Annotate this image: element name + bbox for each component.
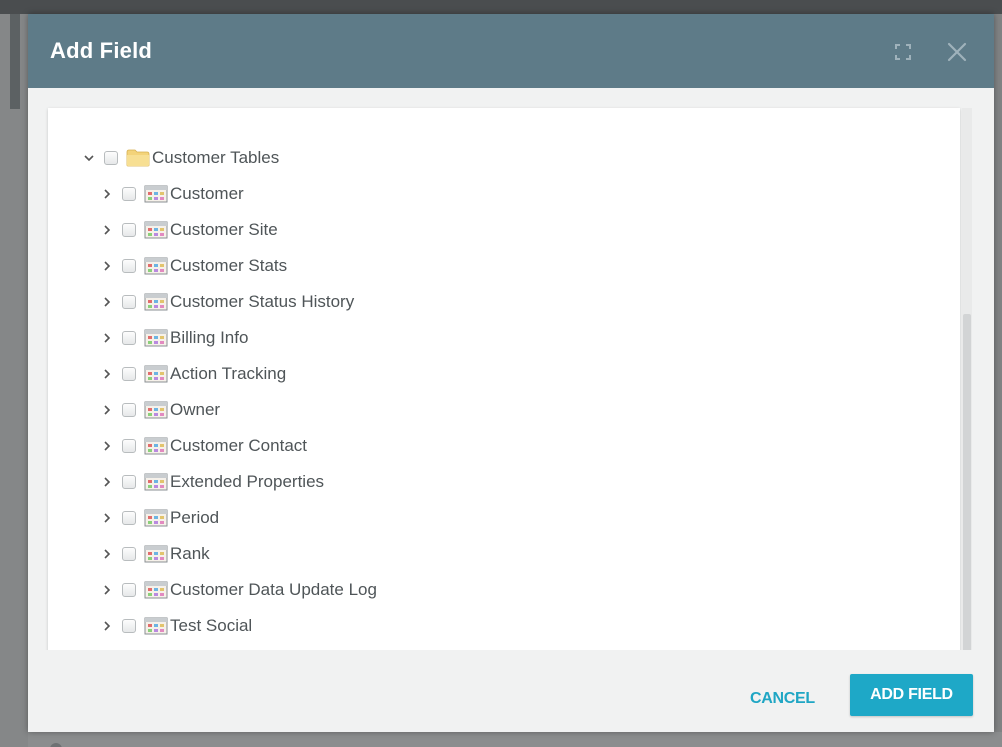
tree-label: Action Tracking: [170, 364, 287, 383]
tree-checkbox[interactable]: [122, 259, 136, 273]
tree-row[interactable]: Customer Stats: [100, 254, 287, 278]
chevron-down-icon[interactable]: [82, 151, 96, 165]
tree-row[interactable]: Customer Contact: [100, 434, 307, 458]
chevron-right-icon[interactable]: [100, 259, 114, 273]
dialog-header: Add Field: [28, 14, 994, 88]
table-icon: [144, 581, 168, 599]
tree-label: Customer Contact: [170, 436, 307, 455]
tree-checkbox[interactable]: [104, 151, 118, 165]
dialog-footer: CANCEL ADD FIELD: [28, 650, 994, 732]
tree-checkbox[interactable]: [122, 475, 136, 489]
background-dot: [50, 743, 62, 747]
tree-checkbox[interactable]: [122, 511, 136, 525]
folder-icon: [126, 149, 150, 167]
tree-row[interactable]: Rank: [100, 542, 210, 566]
chevron-right-icon[interactable]: [100, 187, 114, 201]
table-icon: [144, 329, 168, 347]
tree-checkbox[interactable]: [122, 331, 136, 345]
table-icon: [144, 617, 168, 635]
table-icon: [144, 473, 168, 491]
table-icon: [144, 401, 168, 419]
background-app-bar: [0, 0, 1002, 14]
tree-row[interactable]: Customer Site: [100, 218, 278, 242]
tree-label: Owner: [170, 400, 221, 419]
tree-label: Customer: [170, 184, 244, 203]
chevron-right-icon[interactable]: [100, 583, 114, 597]
tree-row[interactable]: Test Social: [100, 614, 252, 638]
tree-row[interactable]: Billing Info: [100, 326, 248, 350]
chevron-right-icon[interactable]: [100, 547, 114, 561]
tree-label: Customer Data Update Log: [170, 580, 377, 599]
tree-row[interactable]: Customer Data Update Log: [100, 578, 377, 602]
add-field-button[interactable]: ADD FIELD: [850, 674, 973, 716]
tree-label: Billing Info: [170, 328, 249, 347]
tree-checkbox[interactable]: [122, 547, 136, 561]
tree-row[interactable]: Action Tracking: [100, 362, 286, 386]
tree-row[interactable]: Customer: [100, 182, 244, 206]
chevron-right-icon[interactable]: [100, 439, 114, 453]
tree-label: Test Social: [170, 616, 253, 635]
chevron-right-icon[interactable]: [100, 511, 114, 525]
tree-checkbox[interactable]: [122, 295, 136, 309]
close-icon[interactable]: [945, 40, 969, 64]
tree-checkbox[interactable]: [122, 439, 136, 453]
background-app-left: [0, 14, 28, 747]
tree-label: Extended Properties: [170, 472, 325, 491]
tree-checkbox[interactable]: [122, 223, 136, 237]
tree-label: Customer Site: [170, 220, 278, 239]
tree-label: Customer Status History: [170, 292, 355, 311]
dialog-title: Add Field: [50, 38, 153, 63]
field-tree: Customer Tables Customer Customer Site Cus…: [48, 108, 960, 652]
table-icon: [144, 185, 168, 203]
add-field-dialog: Add Field Customer Tables Customer Custo…: [28, 14, 994, 732]
chevron-right-icon[interactable]: [100, 295, 114, 309]
chevron-right-icon[interactable]: [100, 367, 114, 381]
fullscreen-icon[interactable]: [891, 40, 915, 64]
tree-row[interactable]: Owner: [100, 398, 220, 422]
table-icon: [144, 509, 168, 527]
background-strip: [10, 14, 20, 109]
tree-checkbox[interactable]: [122, 583, 136, 597]
table-icon: [144, 257, 168, 275]
tree-checkbox[interactable]: [122, 367, 136, 381]
scrollbar-thumb[interactable]: [963, 314, 971, 652]
tree-label: Customer Stats: [170, 256, 288, 275]
tree-row[interactable]: Extended Properties: [100, 470, 324, 494]
tree-row-root[interactable]: Customer Tables: [82, 146, 279, 170]
table-icon: [144, 545, 168, 563]
scrollbar[interactable]: [962, 108, 972, 652]
tree-checkbox[interactable]: [122, 619, 136, 633]
table-icon: [144, 365, 168, 383]
chevron-right-icon[interactable]: [100, 475, 114, 489]
tree-row[interactable]: Period: [100, 506, 219, 530]
tree-label: Period: [170, 508, 220, 527]
chevron-right-icon[interactable]: [100, 223, 114, 237]
tree-checkbox[interactable]: [122, 403, 136, 417]
tree-label: Customer Tables: [152, 148, 280, 167]
chevron-right-icon[interactable]: [100, 619, 114, 633]
chevron-right-icon[interactable]: [100, 331, 114, 345]
cancel-button[interactable]: CANCEL: [750, 690, 815, 708]
table-icon: [144, 293, 168, 311]
chevron-right-icon[interactable]: [100, 403, 114, 417]
table-icon: [144, 221, 168, 239]
tree-label: Rank: [170, 544, 210, 563]
tree-row[interactable]: Customer Status History: [100, 290, 354, 314]
table-icon: [144, 437, 168, 455]
background-app-right: [994, 14, 1002, 747]
tree-checkbox[interactable]: [122, 187, 136, 201]
background-app-bottom: [28, 732, 1002, 747]
